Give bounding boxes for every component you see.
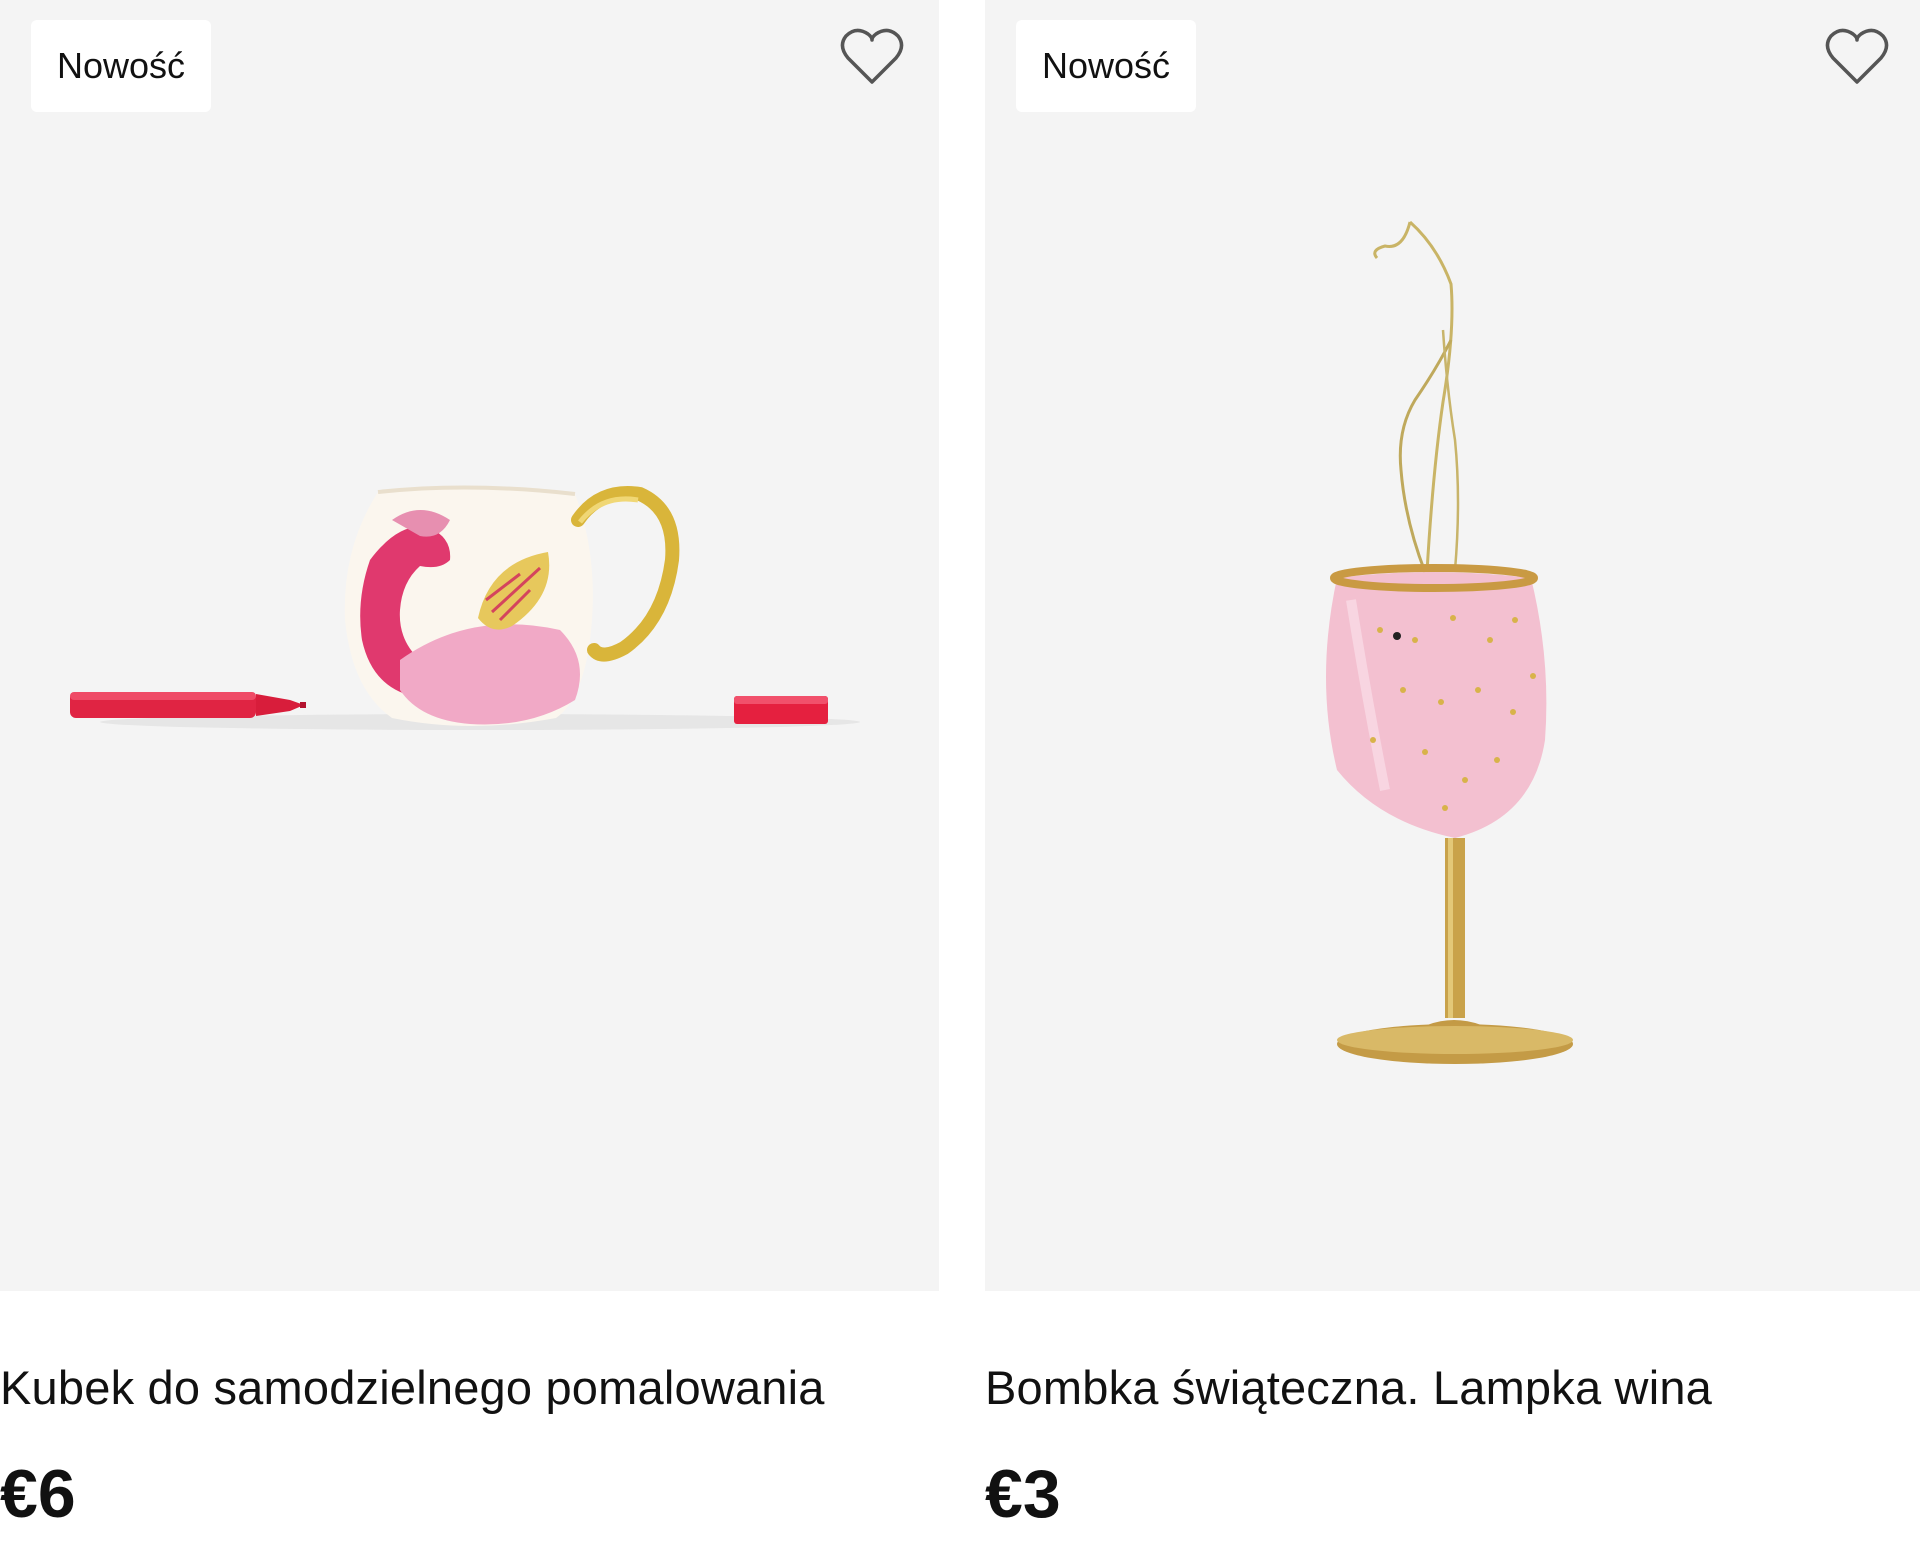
new-badge: Nowość — [1016, 20, 1197, 112]
marker-cap — [734, 696, 828, 724]
mug — [344, 485, 680, 726]
favorite-button[interactable] — [1825, 26, 1889, 86]
product-image-area[interactable]: Nowość — [985, 0, 1920, 1291]
product-image-ornament[interactable] — [985, 0, 1920, 1291]
product-price: €6 — [0, 1456, 76, 1532]
wine-glass — [1326, 564, 1573, 1064]
new-badge: Nowość — [31, 20, 212, 112]
heart-outline-icon — [1825, 28, 1889, 84]
product-card[interactable]: Nowość Kubek do samodzielnego pomalowani… — [0, 0, 939, 1549]
product-image-mug[interactable] — [0, 0, 939, 1291]
favorite-button[interactable] — [840, 26, 904, 86]
product-price: €3 — [985, 1456, 1061, 1532]
product-title[interactable]: Kubek do samodzielnego pomalowania — [0, 1358, 825, 1418]
product-title[interactable]: Bombka świąteczna. Lampka wina — [985, 1358, 1712, 1418]
product-image-area[interactable]: Nowość — [0, 0, 939, 1291]
marker-pen — [70, 692, 306, 718]
heart-outline-icon — [840, 28, 904, 84]
product-card[interactable]: Nowość Bombka świąteczna. Lampka wina €3 — [985, 0, 1920, 1549]
